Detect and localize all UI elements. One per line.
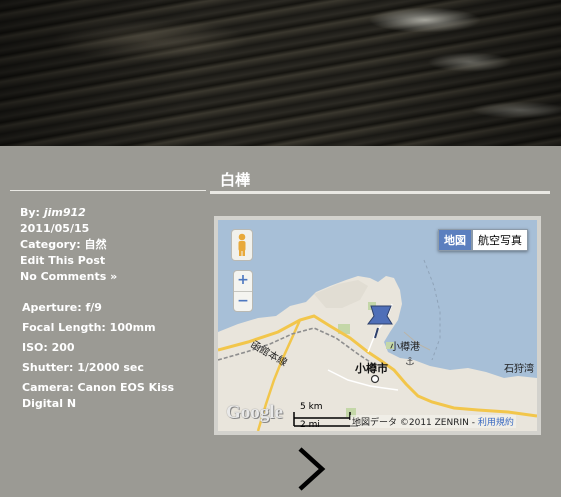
- edit-post-link[interactable]: Edit This Post: [20, 253, 117, 269]
- exif-info: Aperture: f/9 Focal Length: 100mm ISO: 2…: [22, 298, 182, 412]
- comments-link[interactable]: No Comments »: [20, 269, 117, 285]
- port-anchor-icon: ⚓: [405, 355, 415, 368]
- exif-aperture: Aperture: f/9: [22, 301, 102, 314]
- category-label: Category:: [20, 238, 81, 251]
- post-meta: By: jim912 2011/05/15 Category: 自然 Edit …: [20, 205, 117, 285]
- attribution-text: 地図データ ©2011 ZENRIN -: [352, 418, 475, 428]
- category-link[interactable]: 自然: [84, 238, 106, 251]
- map-type-satellite-button[interactable]: 航空写真: [472, 229, 528, 251]
- zoom-in-button[interactable]: +: [234, 271, 252, 291]
- scale-km-label: 5 km: [300, 402, 323, 412]
- post-date: 2011/05/15: [20, 222, 90, 235]
- header-photo: [0, 0, 561, 146]
- exif-focal-length: Focal Length: 100mm: [22, 321, 156, 334]
- by-label: By:: [20, 206, 40, 219]
- next-post-arrow[interactable]: [294, 447, 328, 495]
- city-marker: [370, 374, 380, 384]
- divider-left: [10, 190, 206, 191]
- author-link[interactable]: jim912: [44, 206, 86, 219]
- chevron-right-icon: [298, 447, 326, 491]
- map-label-right: 石狩湾: [504, 364, 534, 375]
- exif-iso: ISO: 200: [22, 341, 75, 354]
- map-type-map-button[interactable]: 地図: [438, 229, 472, 251]
- post-title[interactable]: 白樺: [220, 169, 250, 190]
- map-label-city: 小樽市: [355, 362, 388, 375]
- map-canvas: ⚓: [218, 259, 537, 431]
- divider-right: [210, 191, 550, 194]
- exif-camera: Camera: Canon EOS Kiss Digital N: [22, 381, 175, 410]
- zoom-out-button[interactable]: −: [234, 291, 252, 312]
- map-sea-boundary: [423, 259, 441, 361]
- scale-mi-label: 2 mi: [300, 420, 320, 430]
- byline: By: jim912: [20, 205, 117, 221]
- category-line: Category: 自然: [20, 237, 117, 253]
- map-attribution: 地図データ ©2011 ZENRIN - 利用規約: [350, 415, 516, 428]
- zoom-control: + −: [233, 270, 253, 312]
- map-type-control: 地図 航空写真: [438, 229, 528, 251]
- street-view-pegman-icon[interactable]: [231, 229, 253, 261]
- exif-shutter: Shutter: 1/2000 sec: [22, 361, 144, 374]
- google-logo[interactable]: Google: [226, 402, 283, 424]
- google-map[interactable]: ⚓ 小樽市 小樽港 石狩湾 函館本線 + − 地図 航空写真 Google 5 …: [218, 220, 537, 431]
- terms-link[interactable]: 利用規約: [478, 418, 514, 428]
- map-label-port: 小樽港: [390, 342, 420, 353]
- map-frame: ⚓ 小樽市 小樽港 石狩湾 函館本線 + − 地図 航空写真 Google 5 …: [214, 216, 541, 435]
